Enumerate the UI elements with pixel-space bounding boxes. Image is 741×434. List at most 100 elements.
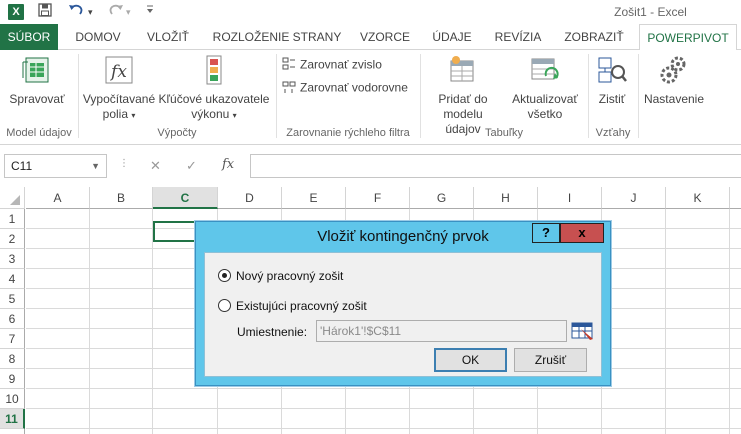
grid-line (152, 209, 153, 434)
row-header-6[interactable]: 6 (0, 309, 25, 329)
row-header-11[interactable]: 11 (0, 409, 25, 429)
new-workbook-label[interactable]: Nový pracovný zošit (236, 269, 343, 283)
group-calculations-label: Výpočty (157, 127, 197, 139)
ribbon-separator (638, 54, 639, 138)
column-header-c[interactable]: C (153, 187, 218, 209)
align-horizontal-icon (282, 80, 296, 97)
align-vertical-button[interactable]: Zarovnať zvislo (282, 57, 382, 74)
insert-pivot-dialog: Vložiť kontingenčný prvok ? x Nový praco… (195, 221, 611, 386)
refresh-all-button[interactable]: Aktualizovať všetko (506, 54, 584, 122)
insert-function-icon[interactable]: fx (222, 157, 234, 172)
column-header-b[interactable]: B (90, 187, 153, 209)
column-header-g[interactable]: G (410, 187, 474, 209)
add-to-data-model-button[interactable]: Pridať do modelu údajov (424, 54, 502, 137)
column-header-d[interactable]: D (218, 187, 282, 209)
dialog-title-bar: Vložiť kontingenčný prvok ? x Nový praco… (196, 222, 610, 385)
tab-page-layout[interactable]: ROZLOŽENIE STRANY (207, 24, 347, 50)
tab-home[interactable]: DOMOV (66, 24, 130, 50)
row-header-5[interactable]: 5 (0, 289, 25, 309)
location-label: Umiestnenie: (237, 325, 308, 339)
tab-insert[interactable]: VLOŽIŤ (138, 24, 198, 50)
location-input[interactable]: 'Hárok1'!$C$11 (316, 320, 567, 342)
cancel-icon[interactable]: ✕ (150, 158, 161, 174)
kpi-button[interactable]: Kľúčové ukazovatele výkonu ▾ (158, 54, 270, 123)
align-vertical-label: Zarovnať zvislo (300, 57, 382, 72)
align-horizontal-button[interactable]: Zarovnať vodorovne (282, 80, 408, 97)
row-header-2[interactable]: 2 (0, 229, 25, 249)
grid-line (26, 388, 741, 389)
grid-line (665, 209, 666, 434)
group-slicer-alignment-label: Zarovnanie rýchleho filtra (286, 127, 410, 139)
row-header-7[interactable]: 7 (0, 329, 25, 349)
row-header-1[interactable]: 1 (0, 209, 25, 229)
row-header-10[interactable]: 10 (0, 389, 25, 409)
add-to-data-model-label-1: Pridať do (438, 92, 488, 106)
tab-view[interactable]: ZOBRAZIŤ (558, 24, 630, 50)
name-box-value: C11 (11, 159, 33, 173)
manage-label: Spravovať (9, 92, 65, 106)
refresh-all-label-2: všetko (527, 107, 563, 121)
settings-label: Nastavenie (643, 92, 705, 106)
refresh-table-icon (529, 54, 561, 86)
kpi-label-1: Kľúčové ukazovatele (158, 92, 270, 106)
manage-icon (21, 54, 53, 86)
group-tables-label: Tabuľky (484, 127, 524, 139)
formula-bar: C11 ▼ ⋮ ✕ ✓ fx (0, 150, 741, 182)
column-header-f[interactable]: F (346, 187, 410, 209)
settings-button[interactable]: Nastavenie (642, 54, 706, 107)
ribbon: Spravovať Model údajov fx Vypočítavané p… (0, 50, 741, 145)
chevron-down-icon[interactable]: ▼ (91, 155, 100, 177)
row-header-9[interactable]: 9 (0, 369, 25, 389)
tab-formulas[interactable]: VZORCE (355, 24, 415, 50)
ribbon-separator (588, 54, 589, 138)
add-table-icon (447, 54, 479, 86)
column-header-e[interactable]: E (282, 187, 346, 209)
existing-workbook-radio[interactable] (218, 299, 231, 312)
manage-button[interactable]: Spravovať (6, 54, 68, 107)
column-header-h[interactable]: H (474, 187, 538, 209)
formula-bar-grip-icon: ⋮ (119, 158, 129, 169)
existing-workbook-label[interactable]: Existujúci pracovný zošit (236, 299, 367, 313)
grid-line (26, 428, 741, 429)
grid-line (26, 408, 741, 409)
calculated-fields-label-1: Vypočítavané (82, 92, 156, 106)
name-box[interactable]: C11 ▼ (4, 154, 107, 178)
gear-icon (658, 54, 690, 86)
tab-data[interactable]: ÚDAJE (424, 24, 480, 50)
svg-text:fx: fx (109, 62, 127, 82)
column-header-k[interactable]: K (666, 187, 730, 209)
grid-line (729, 209, 730, 434)
close-button[interactable]: x (560, 223, 604, 243)
window-title: Zošit1 - Excel (614, 5, 687, 19)
grid-line (89, 209, 90, 434)
detect-relationships-icon (596, 54, 628, 86)
tab-review[interactable]: REVÍZIA (488, 24, 548, 50)
cancel-button[interactable]: Zrušiť (514, 348, 587, 372)
calculated-fields-label-2: polia ▾ (102, 107, 136, 121)
group-relationships-label: Vzťahy (595, 127, 631, 139)
tab-file[interactable]: SÚBOR (0, 24, 58, 50)
ok-button[interactable]: OK (434, 348, 507, 372)
align-horizontal-label: Zarovnať vodorovne (300, 80, 408, 95)
title-bar: X ▾ ▾ Zošit1 - Excel (0, 0, 741, 24)
range-selector-icon[interactable] (571, 321, 595, 341)
column-header-j[interactable]: J (602, 187, 666, 209)
group-data-model-label: Model údajov (6, 127, 72, 139)
align-vertical-icon (282, 57, 296, 74)
row-header-4[interactable]: 4 (0, 269, 25, 289)
formula-input[interactable] (250, 154, 741, 178)
enter-icon[interactable]: ✓ (186, 158, 197, 174)
column-header-i[interactable]: I (538, 187, 602, 209)
traffic-light-icon (198, 54, 230, 86)
row-header-overflow (0, 429, 25, 434)
row-header-8[interactable]: 8 (0, 349, 25, 369)
select-all-corner[interactable] (0, 187, 25, 209)
refresh-all-label-1: Aktualizovať (512, 92, 578, 106)
tab-powerpivot[interactable]: POWERPIVOT (639, 24, 737, 51)
row-header-3[interactable]: 3 (0, 249, 25, 269)
detect-button[interactable]: Zistiť (592, 54, 632, 107)
calculated-fields-button[interactable]: fx Vypočítavané polia ▾ (82, 54, 156, 123)
column-header-a[interactable]: A (26, 187, 90, 209)
help-button[interactable]: ? (532, 223, 560, 243)
new-workbook-radio[interactable] (218, 269, 231, 282)
